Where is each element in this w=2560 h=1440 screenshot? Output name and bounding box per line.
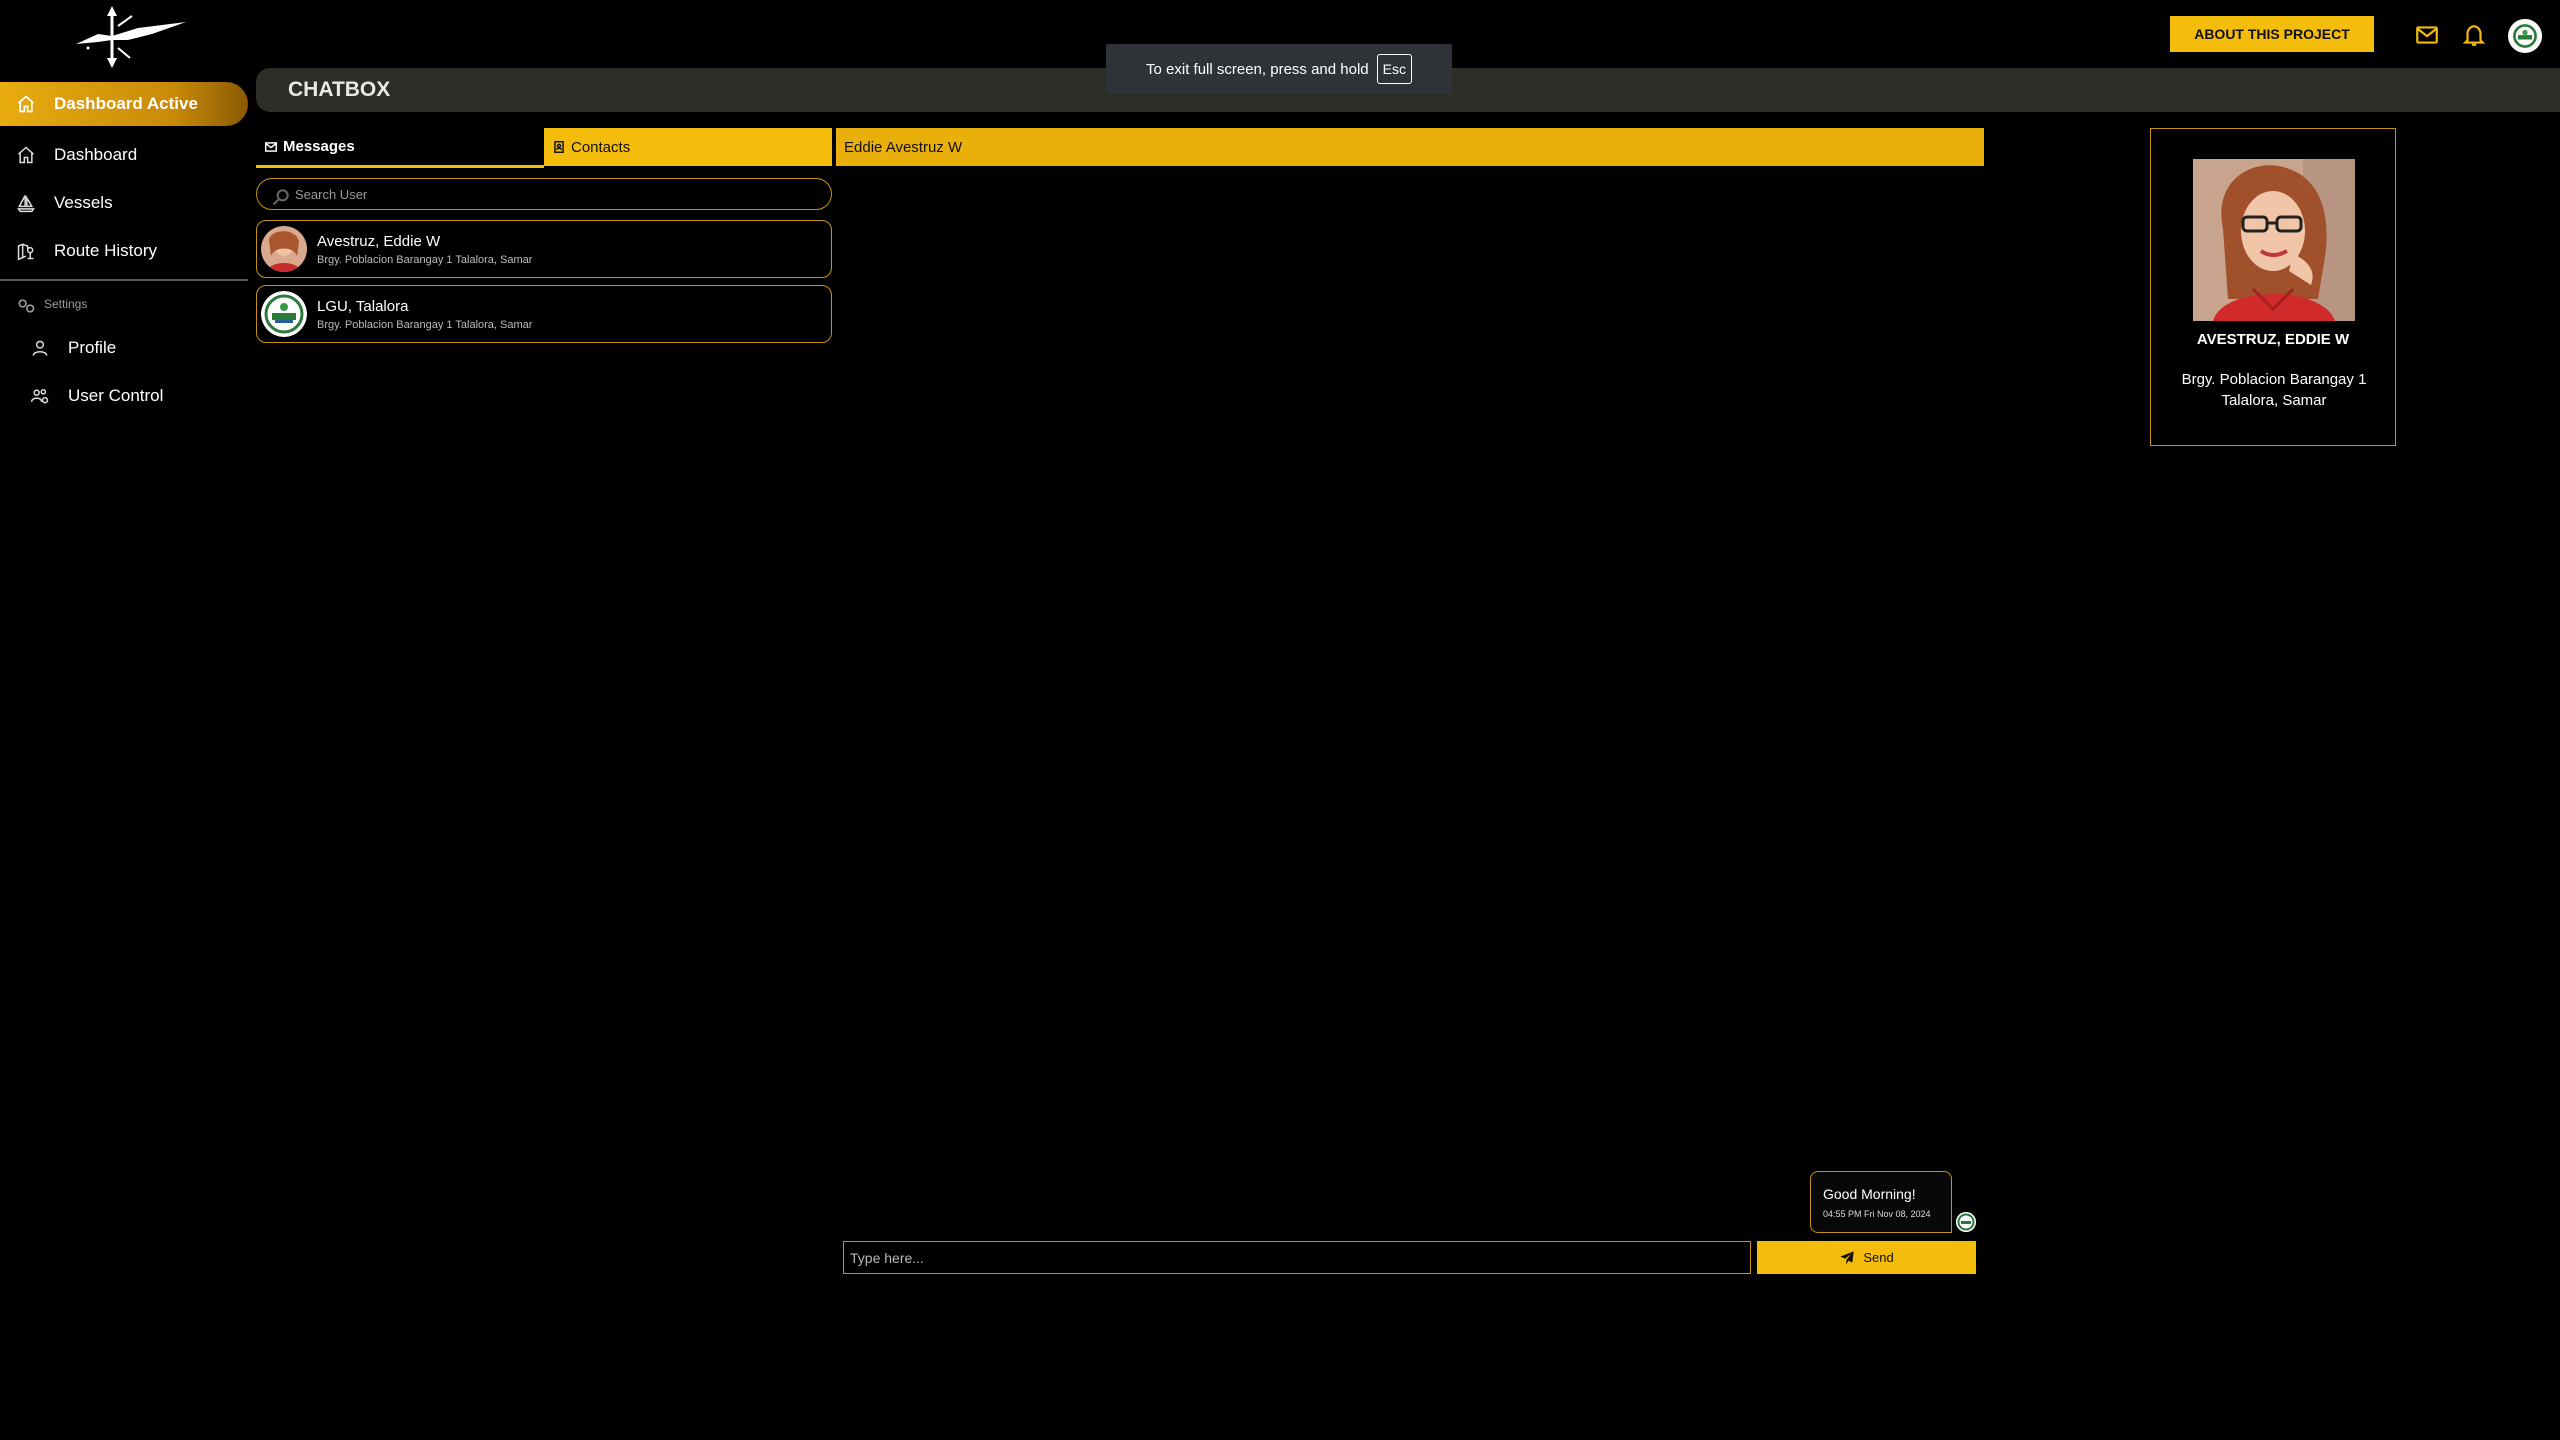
about-project-button[interactable]: ABOUT THIS PROJECT bbox=[2170, 16, 2374, 52]
sidebar-item-dashboard-active[interactable]: Dashboard Active bbox=[0, 82, 248, 126]
user-icon bbox=[30, 338, 50, 358]
mail-icon bbox=[264, 140, 278, 154]
esc-key: Esc bbox=[1376, 54, 1412, 84]
contact-address: Brgy. Poblacion Barangay 1 Talalora, Sam… bbox=[317, 318, 533, 331]
chat-recipient-name: Eddie Avestruz W bbox=[844, 138, 963, 156]
paper-plane-icon bbox=[1839, 1250, 1855, 1266]
profile-photo bbox=[2193, 159, 2355, 321]
map-pin-icon bbox=[16, 241, 36, 261]
mail-icon[interactable] bbox=[2414, 22, 2440, 48]
fullscreen-notice: To exit full screen, press and hold Esc bbox=[1106, 44, 1452, 94]
search-box[interactable] bbox=[256, 178, 832, 210]
message-bubble: Good Morning! 04:55 PM Fri Nov 08, 2024 bbox=[1810, 1171, 1952, 1233]
sailboat-icon bbox=[16, 193, 36, 213]
contact-avatar bbox=[261, 291, 307, 337]
sidebar-divider bbox=[0, 279, 248, 281]
sidebar-item-dashboard[interactable]: Dashboard bbox=[0, 135, 248, 175]
send-button[interactable]: Send bbox=[1757, 1241, 1976, 1274]
sidebar-item-label: Profile bbox=[68, 338, 117, 357]
contact-item[interactable]: LGU, Talalora Brgy. Poblacion Barangay 1… bbox=[256, 285, 832, 343]
message-text: Good Morning! bbox=[1823, 1186, 1916, 1202]
home-icon bbox=[16, 145, 36, 165]
settings-heading: Settings bbox=[16, 296, 87, 313]
users-cog-icon bbox=[30, 386, 50, 406]
tab-messages[interactable]: Messages bbox=[256, 128, 544, 168]
sidebar-item-user-control[interactable]: User Control bbox=[0, 376, 248, 416]
home-icon bbox=[16, 94, 36, 114]
sidebar-item-label: User Control bbox=[68, 386, 164, 405]
profile-name: AVESTRUZ, EDDIE W bbox=[2196, 331, 2350, 348]
sidebar-item-label: Dashboard Active bbox=[54, 94, 198, 113]
tab-contacts[interactable]: Contacts bbox=[544, 128, 832, 166]
search-icon bbox=[271, 187, 289, 206]
settings-icon bbox=[16, 296, 35, 313]
profile-card: AVESTRUZ, EDDIE W Brgy. Poblacion Barang… bbox=[2150, 128, 2396, 446]
sender-avatar bbox=[1956, 1212, 1976, 1232]
profile-address: Brgy. Poblacion Barangay 1 Talalora, Sam… bbox=[2181, 371, 2367, 409]
message-input[interactable] bbox=[844, 1242, 1750, 1273]
sidebar-item-label: Vessels bbox=[54, 193, 113, 212]
contact-address: Brgy. Poblacion Barangay 1 Talalora, Sam… bbox=[317, 253, 533, 266]
chat-recipient-header: Eddie Avestruz W bbox=[836, 128, 1984, 166]
contact-name: Avestruz, Eddie W bbox=[317, 232, 441, 250]
contact-name: LGU, Talalora bbox=[317, 297, 409, 315]
sidebar-item-profile[interactable]: Profile bbox=[0, 328, 248, 368]
app-logo[interactable] bbox=[68, 4, 188, 70]
sidebar-item-route-history[interactable]: Route History bbox=[0, 231, 248, 271]
sidebar-item-label: Route History bbox=[54, 241, 157, 260]
contact-avatar bbox=[261, 226, 307, 272]
sidebar-item-label: Dashboard bbox=[54, 145, 138, 164]
message-input-box[interactable] bbox=[843, 1241, 1751, 1274]
search-input[interactable] bbox=[295, 186, 795, 202]
contact-item[interactable]: Avestruz, Eddie W Brgy. Poblacion Barang… bbox=[256, 220, 832, 278]
page-title: CHATBOX bbox=[288, 78, 391, 101]
message-timestamp: 04:55 PM Fri Nov 08, 2024 bbox=[1823, 1209, 1931, 1219]
bell-icon[interactable] bbox=[2461, 22, 2487, 48]
contact-book-icon bbox=[552, 140, 566, 154]
sidebar-item-vessels[interactable]: Vessels bbox=[0, 183, 248, 223]
avatar[interactable] bbox=[2508, 19, 2542, 53]
